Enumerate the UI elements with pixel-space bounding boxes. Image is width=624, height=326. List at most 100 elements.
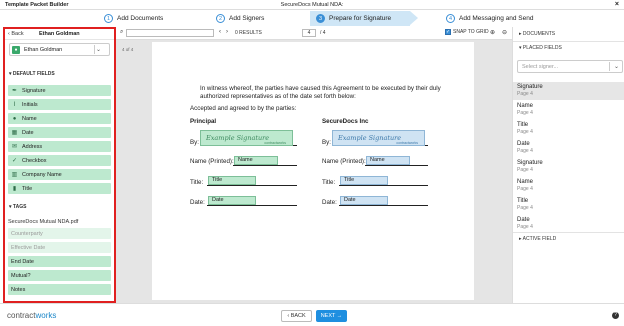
chevron-left-icon[interactable]: ‹ (219, 29, 221, 35)
field-label: Checkbox (22, 157, 47, 164)
placed-field-item[interactable]: Name Page 4 (513, 101, 624, 119)
by-label: By: (322, 139, 331, 146)
step-label: Add Signers (229, 15, 265, 22)
placed-field-page: Page 4 (517, 205, 533, 211)
field-date[interactable]: ▦ Date (8, 127, 111, 138)
document-title: SecureDocs Mutual NDA: (280, 2, 344, 8)
search-input[interactable] (126, 29, 214, 37)
wizard-steps: 1 Add Documents 2 Add Signers 3 Prepare … (80, 11, 624, 26)
placed-field-item[interactable]: Signature Page 4 (513, 82, 624, 100)
placed-field-item[interactable]: Signature Page 4 (513, 158, 624, 176)
placed-field-name: Title (517, 122, 529, 128)
title-line (207, 185, 297, 186)
step-add-signers[interactable]: 2 Add Signers (210, 11, 310, 26)
back-link[interactable]: ‹ Back (8, 31, 24, 37)
placed-date-field-principal[interactable]: Date (208, 196, 256, 205)
document-toolbar: ⌕ ‹ › 0 RESULTS 4 / 4 ✓ SNAP TO GRID ⊕ ⊖ (116, 27, 512, 40)
fields-panel: ‹ Back Ethan Goldman ● Ethan Goldman ⌄ ▾… (3, 27, 116, 303)
chevron-right-icon[interactable]: › (226, 29, 228, 35)
select-divider (609, 62, 610, 71)
placed-field-page: Page 4 (517, 110, 533, 116)
document-viewer: 4 of 4 In witness whereof, the parties h… (116, 40, 512, 303)
fields-panel-header: ‹ Back Ethan Goldman (5, 29, 114, 40)
placed-field-item[interactable]: Date Page 4 (513, 215, 624, 233)
documents-section-toggle[interactable]: ▸ DOCUMENTS (519, 31, 555, 37)
tag-end-date[interactable]: End Date (8, 256, 111, 267)
field-name[interactable]: ● Name (8, 113, 111, 124)
placed-field-page: Page 4 (517, 224, 533, 230)
placed-date-field-securedocs[interactable]: Date (340, 196, 388, 205)
title-label: Title: (190, 179, 204, 186)
placed-field-page: Page 4 (517, 167, 533, 173)
field-label: Address (22, 143, 43, 150)
placed-name-field-securedocs[interactable]: Name (366, 156, 410, 165)
name-line (233, 165, 297, 166)
document-page: In witness whereof, the parties have cau… (152, 42, 474, 300)
placed-signature-field-securedocs[interactable]: Example Signature contractworks (332, 130, 425, 146)
placed-name-field-principal[interactable]: Name (234, 156, 278, 165)
signer-select[interactable]: ● Ethan Goldman ⌄ (9, 43, 110, 56)
initials-icon: I (13, 101, 16, 108)
page-number-input[interactable]: 4 (302, 29, 316, 37)
close-icon[interactable]: × (615, 1, 619, 8)
date-label: Date: (322, 199, 337, 206)
placed-fields-heading: PLACED FIELDS (522, 45, 562, 51)
snap-to-grid-toggle[interactable]: ✓ SNAP TO GRID (445, 29, 489, 35)
field-label: Initials (22, 101, 38, 108)
principal-heading: Principal (190, 118, 217, 125)
step-number: 1 (104, 14, 113, 23)
field-signature[interactable]: ✒ Signature (8, 85, 111, 96)
zoom-out-icon[interactable]: ⊖ (502, 29, 507, 36)
select-divider (94, 45, 95, 54)
field-company-name[interactable]: ▥ Company Name (8, 169, 111, 180)
help-icon[interactable]: ? (612, 312, 619, 319)
field-label: Signature (22, 87, 46, 94)
select-signer-dropdown[interactable]: Select signer... ⌄ (517, 60, 623, 73)
field-checkbox[interactable]: ✓ Checkbox (8, 155, 111, 166)
tag-effective-date[interactable]: Effective Date (8, 242, 111, 253)
next-button[interactable]: NEXT → (316, 310, 347, 322)
title-bar: Template Packet Builder SecureDocs Mutua… (0, 0, 624, 10)
step-number: 3 (316, 14, 325, 23)
footer-bar: contractworks ‹ BACK NEXT → ? (0, 303, 624, 326)
step-add-messaging[interactable]: 4 Add Messaging and Send (440, 11, 570, 26)
logo-part-contract: contract (7, 311, 36, 320)
step-number: 2 (216, 14, 225, 23)
field-initials[interactable]: I Initials (8, 99, 111, 110)
pen-icon: ✒ (11, 88, 18, 94)
step-add-documents[interactable]: 1 Add Documents (98, 11, 198, 26)
witness-line-1: In witness whereof, the parties have cau… (200, 85, 441, 92)
name-printed-label: Name (Printed): (190, 158, 234, 165)
placed-fields-section-toggle[interactable]: ▾ PLACED FIELDS (519, 45, 562, 51)
field-label: Title (22, 185, 33, 192)
active-field-section-toggle[interactable]: ▸ ACTIVE FIELD (519, 236, 556, 242)
securedocs-heading: SecureDocs Inc (322, 118, 369, 125)
tag-mutual[interactable]: Mutual? (8, 270, 111, 281)
step-label: Add Documents (117, 15, 164, 22)
zoom-in-icon[interactable]: ⊕ (490, 29, 495, 36)
placed-field-item[interactable]: Title Page 4 (513, 120, 624, 138)
placed-field-name: Title (517, 198, 529, 204)
placed-field-item[interactable]: Title Page 4 (513, 196, 624, 214)
placed-title-field-principal[interactable]: Title (208, 176, 256, 185)
default-fields-heading: ▾ DEFAULT FIELDS (9, 71, 55, 77)
back-button[interactable]: ‹ BACK (281, 310, 312, 322)
placed-field-item[interactable]: Date Page 4 (513, 139, 624, 157)
placed-field-page: Page 4 (517, 186, 533, 192)
placed-field-page: Page 4 (517, 148, 533, 154)
back-label: Back (11, 31, 24, 37)
check-icon: ✓ (11, 158, 18, 164)
placed-title-field-securedocs[interactable]: Title (340, 176, 388, 185)
placed-signature-field-principal[interactable]: Example Signature contractworks (200, 130, 293, 146)
signature-brand: contractworks (264, 141, 286, 145)
tag-counterparty[interactable]: Counterparty (8, 228, 111, 239)
tags-document-name: SecureDocs Mutual NDA.pdf (8, 219, 79, 225)
field-label: Name (22, 115, 37, 122)
field-address[interactable]: ✉ Address (8, 141, 111, 152)
tag-notes[interactable]: Notes (8, 284, 111, 295)
step-label: Prepare for Signature (329, 15, 392, 22)
field-title[interactable]: ▮ Title (8, 183, 111, 194)
documents-heading: DOCUMENTS (522, 31, 556, 37)
step-prepare-for-signature[interactable]: 3 Prepare for Signature (310, 11, 410, 26)
placed-field-item[interactable]: Name Page 4 (513, 177, 624, 195)
